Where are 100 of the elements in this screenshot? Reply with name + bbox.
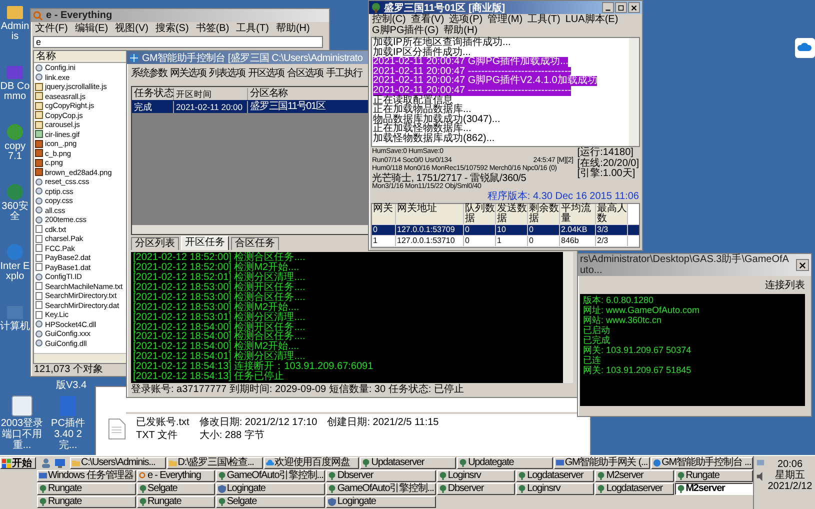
taskbar-button[interactable]: Loginsrv [516,483,594,495]
folder-icon [168,459,177,467]
network-icon[interactable] [756,459,765,468]
menu-item[interactable]: LUA脚本(E) [565,14,618,25]
taskbar-button[interactable]: Updategate [457,457,553,469]
modified-date: 修改日期: 2021/2/12 17:10 [199,417,318,428]
menu-item[interactable]: 视图(V) [115,23,148,35]
desktop-icon-label[interactable]: DB Commo [0,82,30,102]
column-header[interactable]: 发送数据 [496,204,528,224]
menu-item[interactable]: 帮助(H) [444,25,478,36]
log-line: [2021-02-12 18:53:00] 检测合区任务.... [133,292,306,303]
taskbar-button[interactable]: GameOfAuto引擎控制... [326,483,436,495]
menu-item[interactable]: 文件(F) [35,23,68,35]
table-cell: 完成 [132,100,174,112]
taskbar-button[interactable]: Rungate [37,496,136,508]
folder-icon [72,459,80,467]
desktop-icon-label[interactable]: 计算机 [0,322,30,332]
taskbar-button[interactable]: Loginsrv [436,470,516,482]
stats-text: 光芒骑士, 1751/2717 - 雷锐鼠/360/5 [372,174,526,184]
log-line: 正在加载怪物数据库... [373,124,472,134]
toolbar-menu[interactable]: 网关选项 [170,66,206,80]
table-cell: 0 [372,224,396,235]
desktop-icon-label[interactable]: 360安全 [0,202,30,222]
column-header[interactable]: 网关地址 [396,204,464,224]
column-header[interactable]: 分区名称 [248,88,368,100]
taskbar-button[interactable]: 欢迎使用百度网盘 [264,457,360,469]
status-text: 121,073 个对象 [34,364,103,375]
taskbar-button[interactable]: D:\盛罗三国\检查... [166,457,263,469]
taskbar-button[interactable]: GM智能助手控制台 ... [650,457,754,469]
menu-item[interactable]: 工具(T) [236,23,269,35]
taskbar-button[interactable]: GM智能助手网关 (... [554,457,650,469]
desktop-icon-label[interactable]: Inter Explo [0,262,30,282]
horizontal-scrollbar[interactable] [34,353,128,363]
window-title: 盛罗三国11号01区 [商业版] [384,1,506,14]
menu-item[interactable]: 搜索(S) [155,23,189,35]
taskbar-button[interactable]: Logdataserver [595,483,674,495]
log-line: [2021-02-12 18:53:01] 检测分区清理.... [133,312,306,323]
table-row[interactable]: 完成 2021-02-11 20:00 盛罗三国11号01区 [132,100,368,113]
desktop-icon-label[interactable]: Adminis [0,22,30,42]
taskbar-button[interactable]: Selgate [136,483,215,495]
toolbar-menu[interactable]: 开区选项 [248,66,284,80]
window-title: e - Everything [46,10,112,21]
menu-item[interactable]: 管理(M) [488,14,523,25]
taskbar-button[interactable]: M2server [674,483,753,495]
taskbar-button[interactable]: Rungate [136,496,215,508]
tab[interactable]: 分区列表 [131,236,179,250]
vertical-scrollbar[interactable] [563,252,573,383]
start-button[interactable]: 开始 [0,457,36,469]
desktop-icon[interactable] [55,458,65,468]
cloud-icon[interactable] [795,38,815,58]
menu-item[interactable]: 选项(P) [449,14,483,25]
menu-item[interactable]: 帮助(H) [276,23,310,35]
column-header[interactable]: 名称 [34,51,128,63]
close-button[interactable] [628,2,640,13]
column-header[interactable]: 平均流量 [560,204,596,224]
menu-item[interactable]: 工具(T) [528,14,560,25]
desktop-icon-label[interactable]: 版V3.4 [56,378,87,392]
taskbar-button[interactable]: Rungate [674,470,753,482]
tab[interactable]: 开区任务 [181,236,229,250]
taskbar-button[interactable]: Selgate [216,496,326,508]
taskbar-button[interactable]: e - Everything [136,470,215,482]
taskbar-button[interactable]: Rungate [37,483,136,495]
taskbar-button[interactable]: M2server [595,470,674,482]
taskbar-button[interactable]: Dbserver [436,483,516,495]
column-header[interactable]: 最高人数 [596,204,628,224]
toolbar-menu[interactable]: 手工执行 [326,66,362,80]
column-header[interactable]: 剩余数据 [528,204,560,224]
desktop-icon-label[interactable]: PC插件 3.40 2完... [46,418,90,451]
horizontal-scrollbar[interactable] [132,224,368,234]
minimize-button[interactable] [602,2,614,13]
taskbar-button[interactable]: Logingate [326,496,436,508]
taskbar-button[interactable]: C:\Users\Adminis... [70,457,166,469]
taskbar-button[interactable]: GameOfAuto引擎控制... [216,470,326,482]
column-header[interactable]: 网关 [372,204,396,224]
taskbar-button[interactable]: Logdataserver [516,470,594,482]
taskbar-button[interactable]: Windows 任务管理器 [37,470,136,482]
menu-item[interactable]: 控制(C) [372,14,406,25]
users-icon[interactable] [41,458,51,468]
version-text: 程序版本: 4.30 Dec 16 2015 11:06 [487,192,639,202]
desktop-shortcut-icon[interactable] [10,394,34,418]
taskbar-button[interactable]: Logingate [216,483,326,495]
menu-item[interactable]: 书签(B) [196,23,230,35]
toolbar-menu[interactable]: 列表选项 [209,66,245,80]
toolbar-menu[interactable]: 合区选项 [287,66,323,80]
desktop-icon-label[interactable]: copy 7.1 [0,142,30,162]
search-field[interactable]: e [33,36,323,48]
table-row[interactable]: 0 127.0.0.1:53709 0 10 0 2.04KB 3/3 [372,224,639,236]
desktop-icon-label[interactable]: 2003登录端口不用重... [0,418,44,451]
tab[interactable]: 合区任务 [231,236,279,250]
speaker-icon[interactable] [756,472,765,481]
table-row[interactable]: 1 127.0.0.1:53710 0 1 0 846b 2/3 [372,236,639,247]
menu-item[interactable]: 编辑(E) [74,23,108,35]
taskbar-button[interactable]: Updataserver [360,457,456,469]
toolbar-menu[interactable]: 系统参数 [131,66,167,80]
maximize-button[interactable] [615,2,627,13]
column-header[interactable]: 队列数据 [464,204,496,224]
menu-item[interactable]: G脚PG插件(G) [372,25,439,36]
taskbar-button[interactable]: Dbserver [326,470,436,482]
menu-item[interactable]: 查看(V) [410,14,444,25]
vertical-scrollbar[interactable] [629,38,639,146]
